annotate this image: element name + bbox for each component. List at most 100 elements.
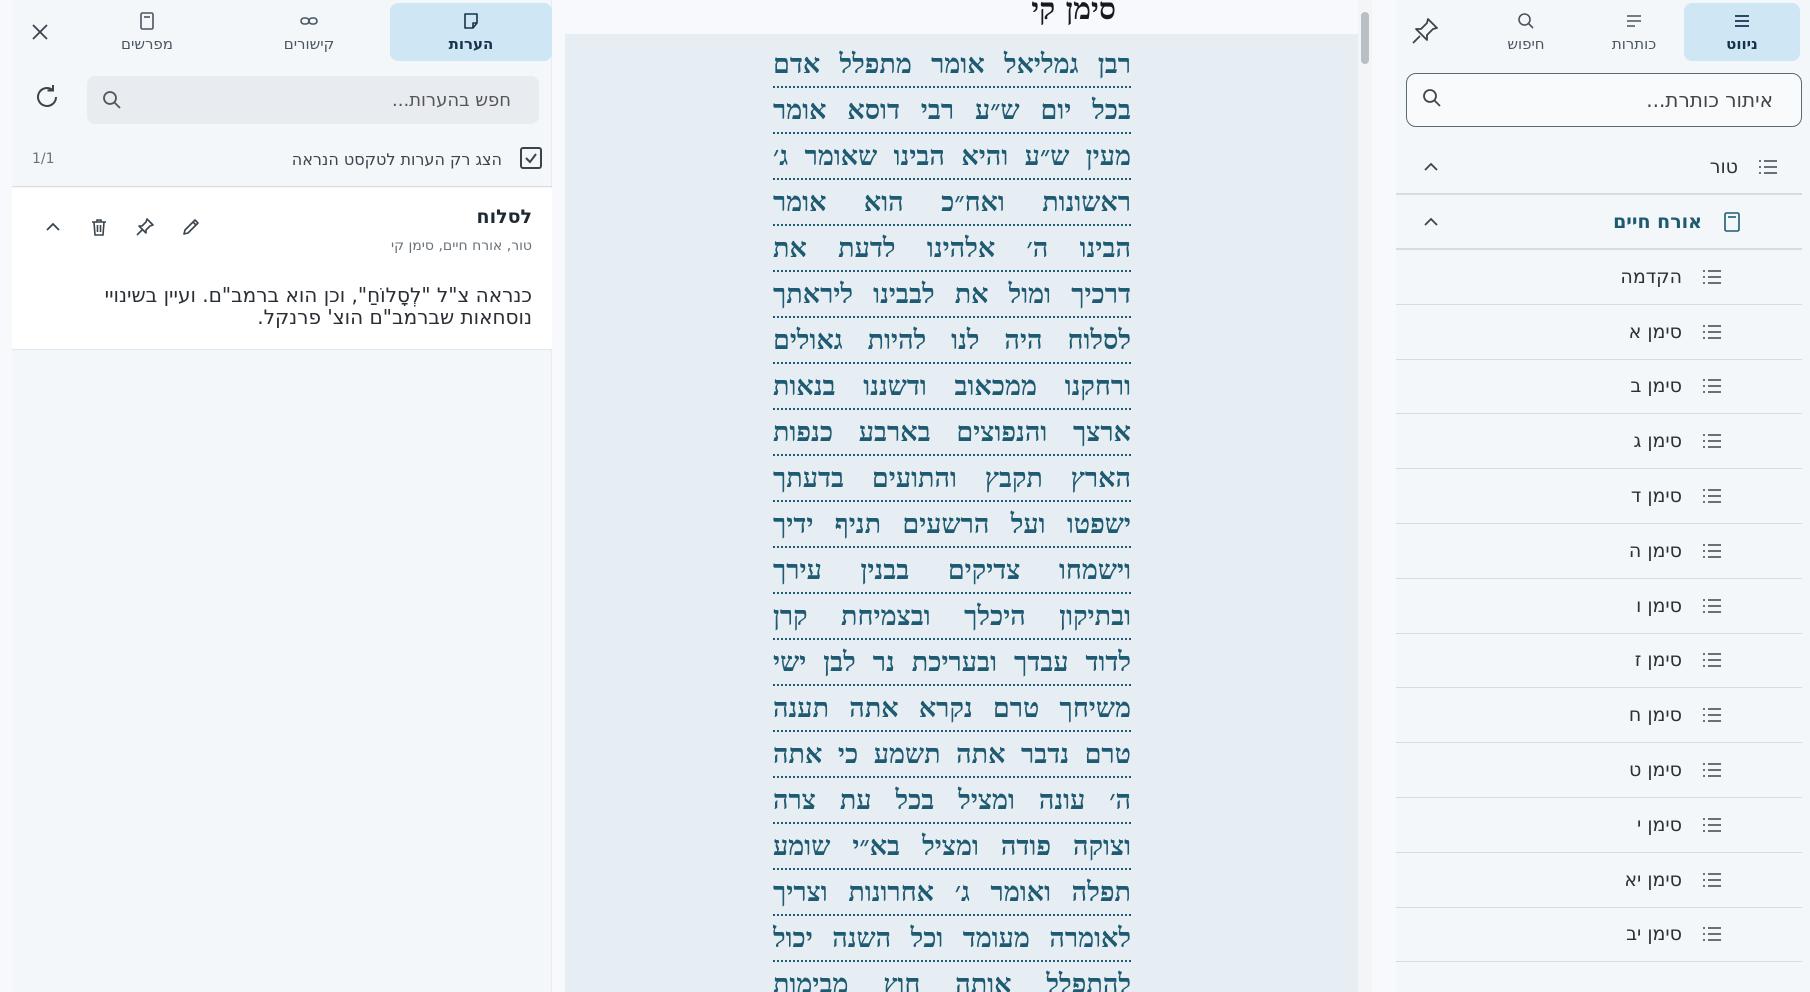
tree-item-child[interactable]: סימן ו: [1396, 579, 1802, 634]
pin-icon[interactable]: [134, 216, 156, 238]
tab-links[interactable]: קישורים: [228, 3, 390, 61]
text-line[interactable]: בכל יום ש״ע רבי דוסא אומר: [773, 88, 1131, 134]
list-icon: [1700, 758, 1724, 782]
tab-notes[interactable]: הערות: [390, 3, 552, 61]
text-line[interactable]: ה׳ עונה ומציל בכל עת צרה: [773, 778, 1131, 824]
tree-item-child[interactable]: הקדמה: [1396, 250, 1802, 305]
tree-item-label: סימן ו: [1636, 594, 1682, 617]
text-line[interactable]: תפלה ואומר ג׳ אחרונות וצריך: [773, 870, 1131, 916]
tree-item-label: טור: [1709, 155, 1738, 178]
text-line[interactable]: וצוקה פודה ומציל בא״י שומע: [773, 824, 1131, 870]
nav-tabs: ניווט כותרות חיפוש: [1476, 3, 1800, 61]
list-icon: [1700, 922, 1724, 946]
tree-item-child[interactable]: סימן ה: [1396, 524, 1802, 579]
text-block: רבן גמליאל אומר מתפלל אדם בכל יום ש״ע רבי…: [773, 42, 1131, 992]
tree-item-child[interactable]: סימן ט: [1396, 743, 1802, 798]
chevron-up-icon[interactable]: [1420, 211, 1442, 233]
text-line[interactable]: הארץ תקבץ והתועים בדעתך: [773, 456, 1131, 502]
delete-icon[interactable]: [88, 216, 110, 238]
text-line[interactable]: לסלוח היה לנו להיות גאולים: [773, 318, 1131, 364]
close-icon[interactable]: [26, 18, 54, 46]
tree-item-label: סימן יא: [1624, 868, 1682, 891]
tree-item-child[interactable]: סימן י: [1396, 798, 1802, 853]
text-line[interactable]: ורחקנו ממכאוב ודשננו בנאות: [773, 364, 1131, 410]
tree-item-child[interactable]: סימן ב: [1396, 360, 1802, 415]
edit-icon[interactable]: [180, 216, 202, 238]
text-line[interactable]: ישפטו ועל הרשעים תניף ידיך: [773, 502, 1131, 548]
text-line[interactable]: דרכיך ומול את לבבינו ליראתך: [773, 272, 1131, 318]
menu-icon: [1735, 15, 1749, 27]
tree-item-child[interactable]: סימן ג: [1396, 414, 1802, 470]
text-line[interactable]: מעין ש״ע והיא הבינו שאומר ג׳: [773, 134, 1131, 180]
page-title: סימן קי: [1031, 0, 1116, 27]
app-window: הערות קישורים מפרשים 1/1 הצג רק הערות לט…: [0, 0, 1810, 992]
text-line[interactable]: לדוד עבדך ובעריכת נר לבן ישי: [773, 640, 1131, 686]
tree-item-label: סימן ז: [1634, 649, 1682, 672]
chevron-up-icon[interactable]: [1420, 156, 1442, 178]
tree-item-child[interactable]: סימן יב: [1396, 908, 1802, 963]
list-icon: [1756, 155, 1780, 179]
tree-item-label: סימן ט: [1628, 759, 1682, 782]
tree-item-label: סימן י: [1637, 813, 1682, 836]
search-icon: [1421, 87, 1443, 113]
tab-commentaries[interactable]: מפרשים: [66, 3, 228, 61]
tree-item-child[interactable]: סימן ד: [1396, 469, 1802, 524]
tree-item-child[interactable]: סימן ז: [1396, 634, 1802, 689]
search-icon: [101, 89, 123, 111]
tree-item-root[interactable]: טור: [1396, 140, 1802, 195]
tab-links-label: קישורים: [283, 35, 335, 53]
text-line[interactable]: וישמחו צדיקים בבנין עירך: [773, 548, 1131, 594]
collapse-icon[interactable]: [42, 216, 64, 238]
list-icon: [1700, 265, 1724, 289]
center-header: סימן קי: [565, 0, 1358, 34]
tab-navigation[interactable]: ניווט: [1684, 3, 1800, 61]
navigation-panel: ניווט כותרות חיפוש טור: [1396, 0, 1810, 992]
list-icon: [1700, 484, 1724, 508]
tree-item-label: אורח חיים: [1613, 210, 1702, 233]
text-line[interactable]: ארצך והנפוצים בארבע כנפות: [773, 410, 1131, 456]
tab-headings[interactable]: כותרות: [1576, 3, 1692, 61]
pin-icon[interactable]: [1410, 16, 1440, 46]
filter-label: הצג רק הערות לטקסט הנראה: [291, 149, 502, 169]
scrollbar-track[interactable]: [1358, 0, 1372, 992]
list-icon: [1700, 703, 1724, 727]
text-line[interactable]: ראשונות ואח״כ הוא אומר: [773, 180, 1131, 226]
text-line[interactable]: רבן גמליאל אומר מתפלל אדם: [773, 42, 1131, 88]
note-title: לסלוח: [476, 206, 532, 228]
title-search-input[interactable]: [1443, 88, 1787, 112]
text-line[interactable]: משיחך טרם נקרא אתה תענה: [773, 686, 1131, 732]
list-icon: [1700, 429, 1724, 453]
list-icon: [1700, 813, 1724, 837]
tree-item-child[interactable]: סימן יא: [1396, 853, 1802, 908]
title-search-box: [1406, 73, 1802, 127]
tree-children: הקדמה סימן א סימן ב סימן ג סימן ד סימן ה סימן …: [1396, 250, 1802, 963]
notes-search-input[interactable]: [123, 89, 525, 111]
tree-item-child[interactable]: סימן ח: [1396, 688, 1802, 744]
filter-checkbox[interactable]: [520, 147, 542, 169]
scrollbar-thumb[interactable]: [1361, 12, 1369, 64]
refresh-icon[interactable]: [32, 82, 64, 114]
filter-row: 1/1 הצג רק הערות לטקסט הנראה: [22, 144, 552, 174]
book-icon: [1720, 210, 1744, 234]
tree-item-label: הקדמה: [1620, 265, 1682, 288]
note-card[interactable]: לסלוח טור, אורח חיים, סימן קי כנראה צ"ל …: [12, 188, 552, 350]
tree-item-label: סימן ד: [1630, 485, 1682, 508]
tree-item-label: סימן ב: [1630, 375, 1682, 398]
tree-item-label: סימן ח: [1628, 704, 1682, 727]
tree-item-child[interactable]: סימן א: [1396, 305, 1802, 360]
tree-item-section[interactable]: אורח חיים: [1396, 195, 1802, 250]
text-line[interactable]: ובתיקון היכלך ובצמיחת קרן: [773, 594, 1131, 640]
text-viewer: רבן גמליאל אומר מתפלל אדם בכל יום ש״ע רבי…: [565, 34, 1358, 992]
text-line[interactable]: לאומרה מעומד וכל השנה יכול: [773, 916, 1131, 962]
tree-item-label: סימן ג: [1633, 430, 1682, 453]
book-icon: [140, 12, 154, 30]
note-actions: [42, 216, 202, 238]
tab-search[interactable]: חיפוש: [1468, 3, 1584, 61]
text-line[interactable]: הבינו ה׳ אלהינו לדעת את: [773, 226, 1131, 272]
tab-headings-label: כותרות: [1611, 35, 1657, 53]
check-icon: [525, 153, 537, 164]
text-line[interactable]: להתפלל אותה חוץ מבימות: [773, 962, 1131, 992]
link-icon: [300, 17, 318, 25]
text-line[interactable]: טרם נדבר אתה תשמע כי אתה: [773, 732, 1131, 778]
tree-item-label: סימן א: [1628, 320, 1682, 343]
